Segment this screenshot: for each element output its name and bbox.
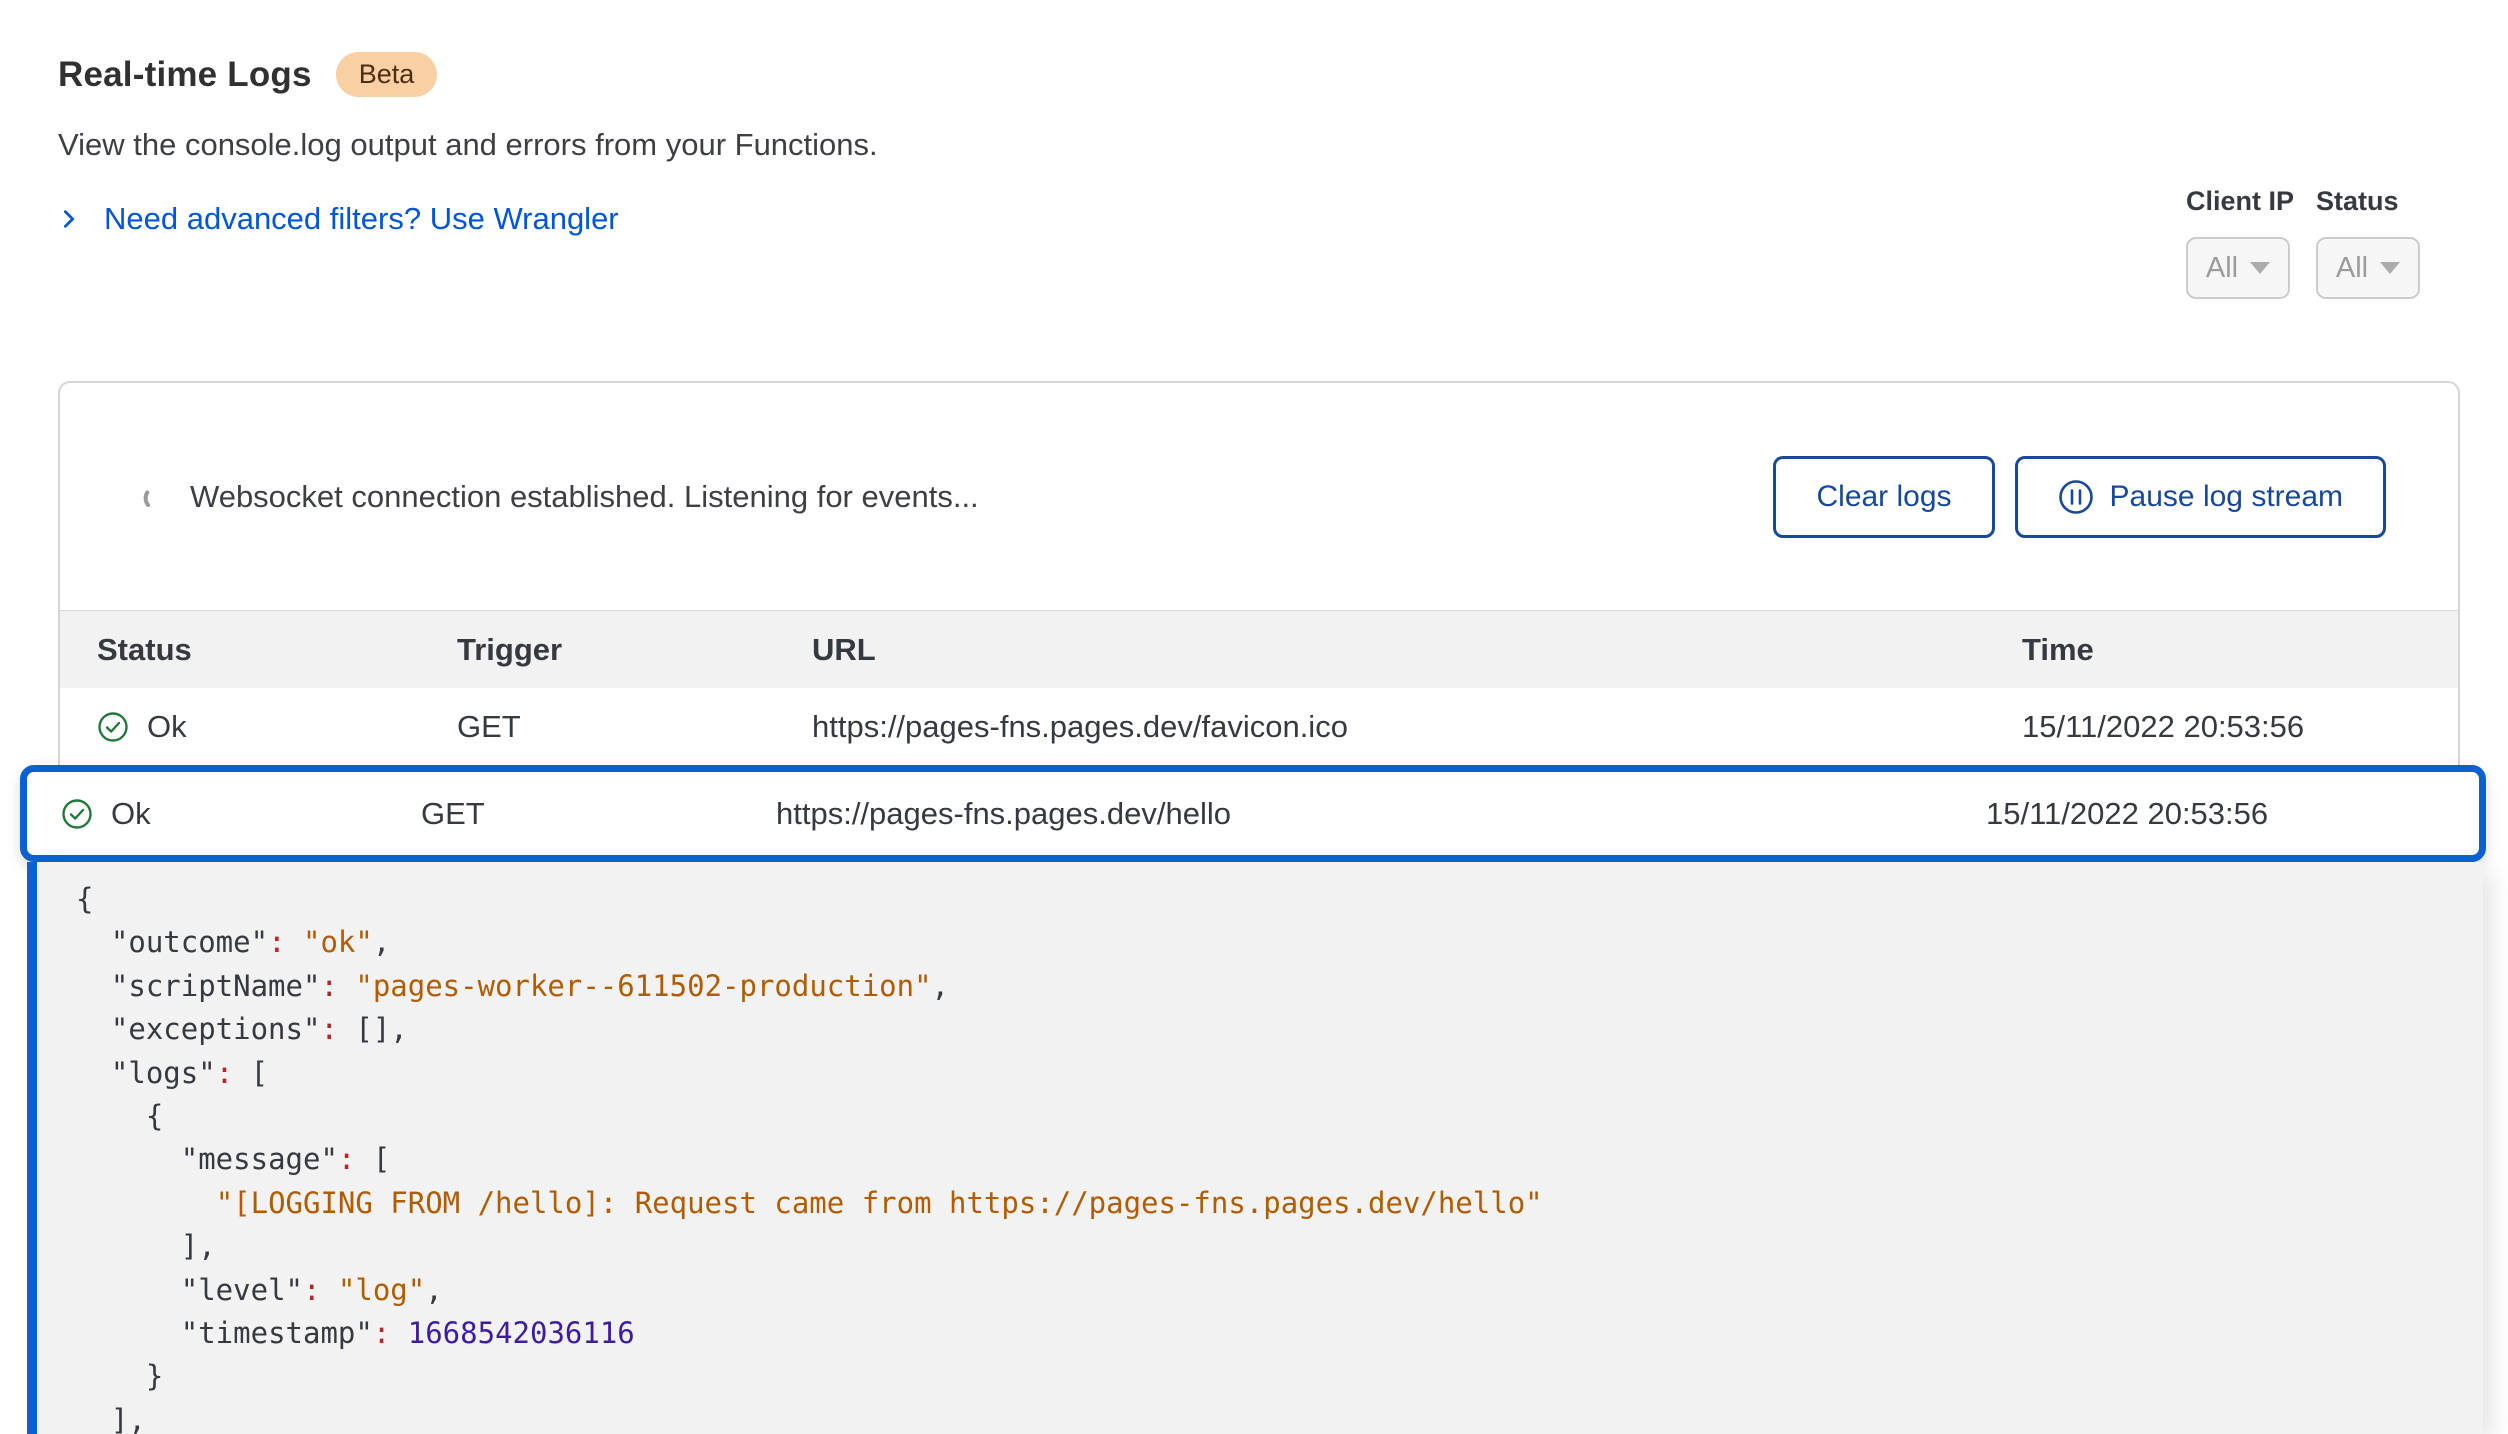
- status-filter-label: Status: [2316, 186, 2399, 217]
- column-header-time: Time: [2022, 632, 2458, 668]
- code-line: {: [76, 1095, 2483, 1138]
- chevron-right-icon: [58, 208, 80, 230]
- status-filter: Status All: [2316, 186, 2420, 299]
- code-line: "outcome": "ok",: [76, 921, 2483, 964]
- client-ip-value: All: [2206, 252, 2238, 285]
- status-dropdown[interactable]: All: [2316, 237, 2420, 299]
- status-label: Ok: [147, 709, 187, 745]
- status-cell: Ok: [97, 709, 457, 745]
- trigger-cell: GET: [421, 796, 776, 832]
- client-ip-dropdown[interactable]: All: [2186, 237, 2290, 299]
- pause-log-stream-label: Pause log stream: [2110, 480, 2343, 514]
- check-circle-icon: [61, 798, 93, 830]
- log-detail-json[interactable]: { "outcome": "ok", "scriptName": "pages-…: [27, 862, 2483, 1434]
- websocket-status: Websocket connection established. Listen…: [142, 479, 979, 515]
- log-row-favicon[interactable]: Ok GET https://pages-fns.pages.dev/favic…: [60, 688, 2458, 766]
- realtime-logs-page: Real-time Logs Beta View the console.log…: [0, 0, 2508, 1434]
- clear-logs-label: Clear logs: [1816, 480, 1951, 514]
- pause-log-stream-button[interactable]: Pause log stream: [2015, 456, 2386, 538]
- url-cell: https://pages-fns.pages.dev/hello: [776, 796, 1986, 832]
- status-cell: Ok: [61, 796, 421, 832]
- code-line: "scriptName": "pages-worker--611502-prod…: [76, 965, 2483, 1008]
- pause-circle-icon: [2058, 479, 2094, 515]
- log-filters: Client IP All Status All: [2186, 186, 2420, 299]
- status-filter-value: All: [2336, 252, 2368, 285]
- status-label: Ok: [111, 796, 151, 832]
- expanded-log-entry: Ok GET https://pages-fns.pages.dev/hello…: [20, 765, 2486, 1434]
- code-line: }: [76, 1355, 2483, 1398]
- wrangler-link[interactable]: Need advanced filters? Use Wrangler: [58, 201, 878, 237]
- code-line: ],: [76, 1225, 2483, 1268]
- page-header: Real-time Logs Beta View the console.log…: [58, 52, 878, 237]
- column-header-status: Status: [97, 632, 457, 668]
- log-table-header: Status Trigger URL Time: [60, 610, 2458, 688]
- stream-toolbar: Websocket connection established. Listen…: [60, 383, 2458, 610]
- url-cell: https://pages-fns.pages.dev/favicon.ico: [812, 709, 2022, 745]
- client-ip-label: Client IP: [2186, 186, 2294, 217]
- code-line: "timestamp": 1668542036116: [76, 1312, 2483, 1355]
- time-cell: 15/11/2022 20:53:56: [2022, 709, 2458, 745]
- trigger-cell: GET: [457, 709, 812, 745]
- spinner-icon: [142, 483, 170, 511]
- caret-down-icon: [2380, 262, 2400, 274]
- code-line: "[LOGGING FROM /hello]: Request came fro…: [76, 1182, 2483, 1225]
- beta-badge: Beta: [336, 52, 438, 97]
- code-line: "exceptions": [],: [76, 1008, 2483, 1051]
- log-row-hello-selected[interactable]: Ok GET https://pages-fns.pages.dev/hello…: [20, 765, 2486, 862]
- code-line: "level": "log",: [76, 1269, 2483, 1312]
- code-line: "message": [: [76, 1138, 2483, 1181]
- time-cell: 15/11/2022 20:53:56: [1986, 796, 2479, 832]
- title-row: Real-time Logs Beta: [58, 52, 878, 97]
- column-header-url: URL: [812, 632, 2022, 668]
- page-subtitle: View the console.log output and errors f…: [58, 127, 878, 163]
- caret-down-icon: [2250, 262, 2270, 274]
- code-line: ],: [76, 1399, 2483, 1434]
- page-title: Real-time Logs: [58, 55, 312, 95]
- check-circle-icon: [97, 711, 129, 743]
- websocket-status-text: Websocket connection established. Listen…: [190, 479, 979, 515]
- stream-buttons: Clear logs Pause log stream: [1773, 456, 2386, 538]
- code-line: "logs": [: [76, 1052, 2483, 1095]
- client-ip-filter: Client IP All: [2186, 186, 2294, 299]
- column-header-trigger: Trigger: [457, 632, 812, 668]
- clear-logs-button[interactable]: Clear logs: [1773, 456, 1994, 538]
- code-line: {: [76, 878, 2483, 921]
- wrangler-link-label[interactable]: Need advanced filters? Use Wrangler: [104, 201, 619, 237]
